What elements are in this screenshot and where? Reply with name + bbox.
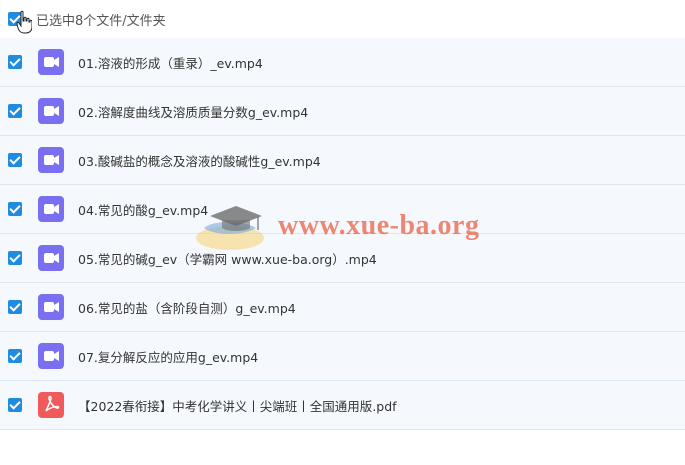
row-checkbox[interactable] bbox=[8, 251, 22, 265]
video-file-icon bbox=[38, 294, 64, 320]
file-name[interactable]: 【2022春衔接】中考化学讲义丨尖端班丨全国通用版.pdf bbox=[78, 396, 397, 415]
video-file-icon bbox=[38, 49, 64, 75]
row-checkbox[interactable] bbox=[8, 153, 22, 167]
row-checkbox[interactable] bbox=[8, 300, 22, 314]
file-name[interactable]: 03.酸碱盐的概念及溶液的酸碱性g_ev.mp4 bbox=[78, 151, 321, 170]
file-row[interactable]: 03.酸碱盐的概念及溶液的酸碱性g_ev.mp4 bbox=[0, 136, 685, 185]
file-row[interactable]: 07.复分解反应的应用g_ev.mp4 bbox=[0, 332, 685, 381]
file-row[interactable]: 04.常见的酸g_ev.mp4 bbox=[0, 185, 685, 234]
row-checkbox[interactable] bbox=[8, 398, 22, 412]
row-checkbox[interactable] bbox=[8, 349, 22, 363]
file-name[interactable]: 01.溶液的形成（重录）_ev.mp4 bbox=[78, 53, 263, 72]
file-row[interactable]: 02.溶解度曲线及溶质质量分数g_ev.mp4 bbox=[0, 87, 685, 136]
file-name[interactable]: 07.复分解反应的应用g_ev.mp4 bbox=[78, 347, 258, 366]
row-checkbox[interactable] bbox=[8, 202, 22, 216]
pdf-file-icon bbox=[38, 392, 64, 418]
video-file-icon bbox=[38, 98, 64, 124]
file-row[interactable]: 【2022春衔接】中考化学讲义丨尖端班丨全国通用版.pdf bbox=[0, 381, 685, 430]
selection-count-text: 已选中8个文件/文件夹 bbox=[36, 14, 166, 29]
file-row[interactable]: 01.溶液的形成（重录）_ev.mp4 bbox=[0, 38, 685, 87]
hand-cursor-icon bbox=[16, 10, 32, 34]
row-checkbox[interactable] bbox=[8, 104, 22, 118]
video-file-icon bbox=[38, 147, 64, 173]
selection-header: 已选中8个文件/文件夹 bbox=[0, 0, 685, 38]
file-name[interactable]: 02.溶解度曲线及溶质质量分数g_ev.mp4 bbox=[78, 102, 308, 121]
file-row[interactable]: 06.常见的盐（含阶段自测）g_ev.mp4 bbox=[0, 283, 685, 332]
video-file-icon bbox=[38, 343, 64, 369]
file-name[interactable]: 05.常见的碱g_ev（学霸网 www.xue-ba.org）.mp4 bbox=[78, 249, 377, 268]
file-row[interactable]: 05.常见的碱g_ev（学霸网 www.xue-ba.org）.mp4 bbox=[0, 234, 685, 283]
video-file-icon bbox=[38, 245, 64, 271]
file-name[interactable]: 04.常见的酸g_ev.mp4 bbox=[78, 200, 208, 219]
file-name[interactable]: 06.常见的盐（含阶段自测）g_ev.mp4 bbox=[78, 298, 296, 317]
file-list: 01.溶液的形成（重录）_ev.mp4 02.溶解度曲线及溶质质量分数g_ev.… bbox=[0, 38, 685, 430]
row-checkbox[interactable] bbox=[8, 55, 22, 69]
video-file-icon bbox=[38, 196, 64, 222]
